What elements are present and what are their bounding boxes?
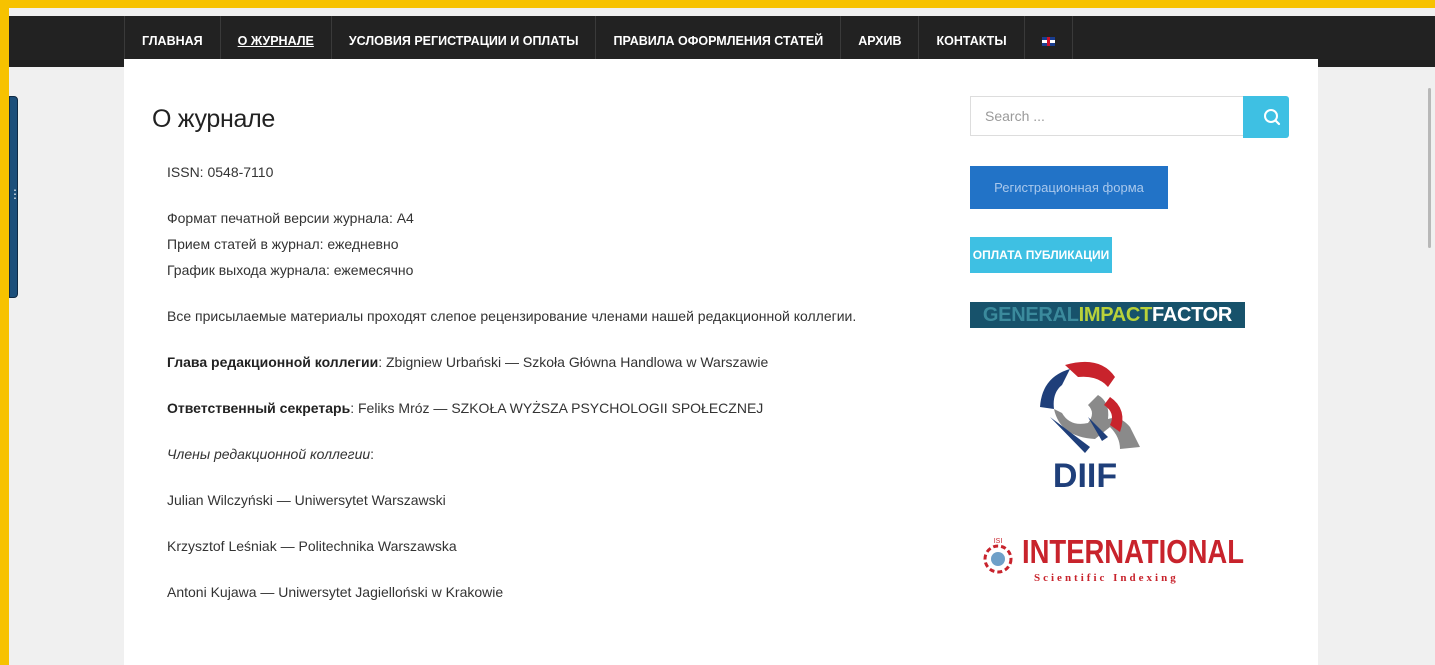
executive-secretary: Ответственный секретарь: Feliks Mróz — S… [167, 395, 907, 421]
review-text: Все присылаемые материалы проходят слепо… [167, 308, 857, 324]
gif-logo-part: IMPACT [1078, 303, 1153, 326]
format-text: Формат печатной версии журнала: А4 [167, 210, 414, 226]
registration-form-button[interactable]: Регистрационная форма [970, 166, 1168, 209]
search-button[interactable] [1243, 96, 1289, 138]
isi-emblem-icon: ISI INTERNATIONAL Scientific Indexing [983, 533, 1244, 584]
search-form [970, 96, 1289, 138]
board-member: Julian Wilczyński — Uniwersytet Warszaws… [167, 492, 446, 508]
diif-logo-text: DIIF [1053, 457, 1117, 495]
members-colon: : [370, 446, 375, 462]
isi-logo-subtitle: Scientific Indexing [1034, 572, 1179, 584]
nav-item-label: О ЖУРНАЛЕ [237, 34, 314, 48]
scrollbar-thumb[interactable] [1428, 88, 1431, 248]
board-member: Antoni Kujawa — Uniwersytet Jagielloński… [167, 584, 504, 600]
intake-text: Прием статей в журнал: ежедневно [167, 236, 399, 252]
browser-viewport: ГЛАВНАЯ О ЖУРНАЛЕ УСЛОВИЯ РЕГИСТРАЦИИ И … [9, 8, 1435, 665]
isi-mark: ISI [994, 538, 1003, 545]
members-label: Члены редакционной коллегии [167, 446, 371, 462]
journal-info: Формат печатной версии журнала: А4 Прием… [167, 205, 907, 283]
nav-item-label: КОНТАКТЫ [936, 34, 1007, 48]
editor-label: Глава редакционной коллегии [167, 354, 379, 370]
nav-item-label: АРХИВ [858, 34, 902, 48]
page-scrollbar[interactable] [1426, 68, 1435, 665]
page-title: О журнале [152, 105, 276, 133]
gif-logo-part: GENERAL [982, 303, 1079, 326]
side-panel-tab[interactable] [9, 96, 21, 298]
uk-flag-icon [1041, 37, 1055, 47]
nav-item-label: ПРАВИЛА ОФОРМЛЕНИЯ СТАТЕЙ [613, 34, 824, 48]
diif-logo[interactable]: DIIF [970, 357, 1245, 502]
nav-item-label: УСЛОВИЯ РЕГИСТРАЦИИ И ОПЛАТЫ [348, 34, 579, 48]
isi-logo[interactable]: ISI INTERNATIONAL Scientific Indexing [970, 529, 1245, 589]
schedule-text: График выхода журнала: ежемесячно [167, 262, 414, 278]
editor-value: : Zbigniew Urbański — Szkoła Główna Hand… [378, 354, 769, 370]
issn-text: ISSN: 0548-7110 [167, 164, 274, 180]
diif-emblem-icon: DIIF [1040, 361, 1140, 495]
search-icon [1264, 109, 1281, 126]
editor-in-chief: Глава редакционной коллегии: Zbigniew Ur… [167, 349, 907, 375]
isi-logo-title: INTERNATIONAL [1022, 533, 1244, 570]
search-input[interactable] [970, 96, 1243, 136]
general-impact-factor-logo[interactable]: GENERAL IMPACT FACTOR [970, 302, 1245, 328]
secretary-value: : Feliks Mróz — SZKOŁA WYŻSZA PSYCHOLOGI… [350, 400, 764, 416]
board-member: Krzysztof Leśniak — Politechnika Warszaw… [167, 538, 457, 554]
gif-logo-part: FACTOR [1152, 303, 1233, 326]
page-content: О журнале ISSN: 0548-7110 Формат печатно… [124, 59, 1318, 665]
members-heading: Члены редакционной коллегии: [167, 441, 907, 467]
secretary-label: Ответственный секретарь [167, 400, 351, 416]
nav-item-label: ГЛАВНАЯ [142, 34, 203, 48]
publication-payment-button[interactable]: ОПЛАТА ПУБЛИКАЦИИ [970, 237, 1112, 273]
article-body: ISSN: 0548-7110 Формат печатной версии ж… [167, 159, 907, 625]
